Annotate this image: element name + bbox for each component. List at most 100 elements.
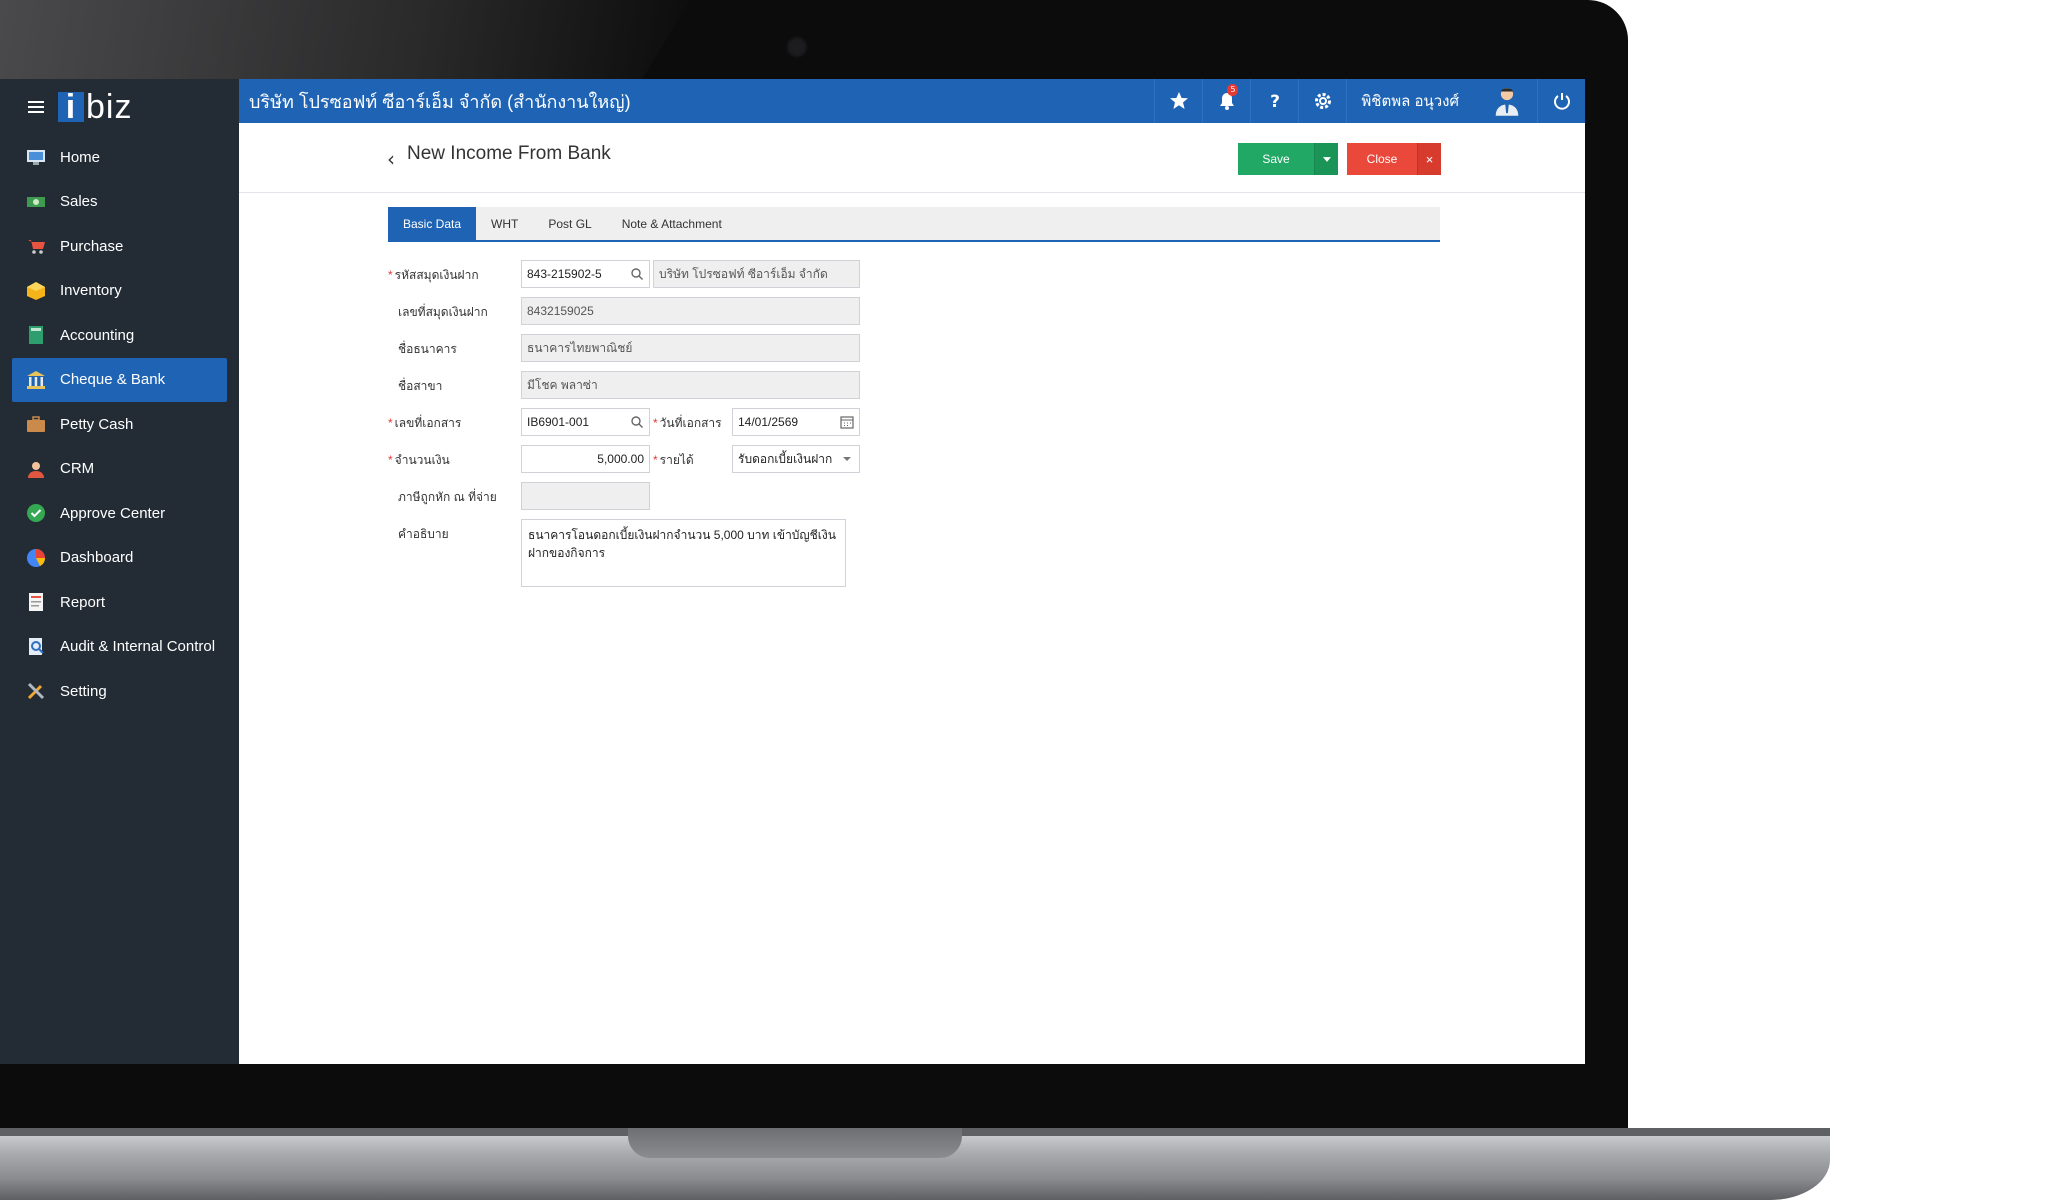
briefcase-icon (26, 414, 46, 434)
ledger-icon (26, 325, 46, 345)
account-code-label: * รหัสสมุดเงินฝาก (388, 268, 479, 282)
user-name[interactable]: พิชิตพล อนุวงศ์ (1346, 79, 1477, 123)
branch-label: ชื่อสาขา (398, 379, 443, 393)
tab-basic-data[interactable]: Basic Data (388, 207, 477, 240)
help-icon[interactable]: ? (1250, 79, 1298, 123)
laptop-bezel: i biz Home Sales Purchase Inventory Acco… (0, 0, 1628, 1130)
app-screen: i biz Home Sales Purchase Inventory Acco… (0, 79, 1585, 1064)
sidebar-item-label: Sales (60, 193, 98, 211)
cart-icon (26, 236, 46, 256)
doc-date-field[interactable]: 14/01/2569 (732, 408, 860, 436)
home-icon (26, 147, 46, 167)
close-button[interactable]: Close (1347, 143, 1417, 175)
user-avatar[interactable] (1477, 79, 1537, 123)
sidebar-item-approve-center[interactable]: Approve Center (0, 491, 239, 536)
doc-no-field[interactable]: IB6901-001 (521, 408, 650, 436)
page-title: New Income From Bank (407, 143, 611, 164)
webcam (786, 36, 808, 58)
bank-icon (26, 370, 46, 390)
doc-no-label: * เลขที่เอกสาร (388, 416, 462, 430)
search-icon[interactable] (630, 415, 644, 429)
account-no-label: เลขที่สมุดเงินฝาก (398, 305, 488, 319)
sidebar-item-label: Home (60, 148, 101, 166)
account-no-field: 8432159025 (521, 297, 860, 325)
sidebar-item-purchase[interactable]: Purchase (0, 224, 239, 269)
sidebar-item-home[interactable]: Home (0, 135, 239, 180)
top-bar: บริษัท โปรซอฟท์ ซีอาร์เอ็ม จำกัด (สำนักง… (239, 79, 1585, 123)
sales-icon (26, 192, 46, 212)
description-textarea[interactable]: ธนาคารโอนดอกเบี้ยเงินฝากจำนวน 5,000 บาท … (521, 519, 846, 587)
sidebar-item-dashboard[interactable]: Dashboard (0, 536, 239, 581)
laptop-notch (628, 1128, 962, 1158)
income-type-select[interactable]: รับดอกเบี้ยเงินฝาก (732, 445, 860, 473)
close-button-group: Close × (1347, 143, 1441, 175)
notification-bell-icon[interactable]: 5 (1202, 79, 1250, 123)
calendar-icon[interactable] (840, 415, 854, 429)
sidebar-item-label: Cheque & Bank (60, 371, 166, 389)
sidebar: i biz Home Sales Purchase Inventory Acco… (0, 79, 239, 1064)
power-icon[interactable] (1537, 79, 1585, 123)
search-icon[interactable] (630, 267, 644, 281)
save-options-caret-icon[interactable] (1314, 143, 1338, 175)
sidebar-item-petty-cash[interactable]: Petty Cash (0, 402, 239, 447)
sidebar-item-label: Approve Center (60, 504, 166, 522)
sidebar-item-report[interactable]: Report (0, 580, 239, 625)
brand: i biz (0, 79, 239, 135)
chevron-down-icon (840, 452, 854, 466)
company-name[interactable]: บริษัท โปรซอฟท์ ซีอาร์เอ็ม จำกัด (สำนักง… (239, 87, 1154, 116)
tab-post-gl[interactable]: Post GL (533, 207, 606, 240)
wht-field (521, 482, 650, 510)
report-icon (26, 592, 46, 612)
close-x-icon[interactable]: × (1417, 143, 1441, 175)
sidebar-item-setting[interactable]: Setting (0, 669, 239, 714)
pie-chart-icon (26, 548, 46, 568)
sidebar-item-label: Dashboard (60, 549, 134, 567)
doc-date-label: * วันที่เอกสาร (653, 416, 722, 430)
sidebar-item-inventory[interactable]: Inventory (0, 269, 239, 314)
hamburger-menu-icon[interactable] (28, 101, 44, 113)
income-type-label: * รายได้ (653, 453, 694, 467)
box-icon (26, 281, 46, 301)
bank-name-label: ชื่อธนาคาร (398, 342, 457, 356)
settings-gear-icon[interactable] (1298, 79, 1346, 123)
account-code-field[interactable]: 843-215902-5 (521, 260, 650, 288)
sidebar-item-label: Purchase (60, 237, 124, 255)
tab-wht[interactable]: WHT (476, 207, 533, 240)
sidebar-nav: Home Sales Purchase Inventory Accounting (0, 135, 239, 714)
sidebar-item-sales[interactable]: Sales (0, 180, 239, 225)
income-form: * รหัสสมุดเงินฝาก 843-215902-5 บริษัท โปร… (388, 257, 1088, 677)
app-logo[interactable]: i biz (58, 88, 132, 127)
logo-mark: i (58, 90, 84, 124)
sidebar-item-label: Setting (60, 682, 107, 700)
logo-text: biz (86, 87, 133, 126)
sidebar-item-audit[interactable]: Audit & Internal Control (0, 625, 239, 670)
sidebar-item-label: Report (60, 593, 106, 611)
sidebar-item-label: Petty Cash (60, 415, 134, 433)
tab-note-attachment[interactable]: Note & Attachment (607, 207, 737, 240)
back-chevron-icon[interactable]: ‹ (387, 147, 395, 171)
audit-icon (26, 637, 46, 657)
favorite-star-icon[interactable] (1154, 79, 1202, 123)
tools-icon (26, 681, 46, 701)
save-button[interactable]: Save (1238, 143, 1314, 175)
amount-label: * จำนวนเงิน (388, 453, 450, 467)
sidebar-item-cheque-bank[interactable]: Cheque & Bank (12, 357, 227, 402)
svg-text:?: ? (1270, 92, 1280, 111)
description-label: คำอธิบาย (398, 527, 449, 541)
branch-field: มีโชค พลาซ่า (521, 371, 860, 399)
sidebar-item-crm[interactable]: CRM (0, 447, 239, 492)
account-name-field: บริษัท โปรซอฟท์ ซีอาร์เอ็ม จำกัด (653, 260, 860, 288)
save-button-group: Save (1238, 143, 1338, 175)
sidebar-item-label: Inventory (60, 282, 122, 300)
crm-icon (26, 459, 46, 479)
sidebar-item-label: Audit & Internal Control (60, 638, 216, 656)
page-header: ‹ New Income From Bank Save Close × (239, 123, 1585, 193)
sidebar-item-label: Accounting (60, 326, 135, 344)
bezel-glare (0, 0, 690, 80)
amount-field[interactable]: 5,000.00 (521, 445, 650, 473)
check-circle-icon (26, 503, 46, 523)
form-tabs: Basic Data WHT Post GL Note & Attachment (388, 207, 1440, 242)
sidebar-item-accounting[interactable]: Accounting (0, 313, 239, 358)
sidebar-item-label: CRM (60, 460, 95, 478)
bank-name-field: ธนาคารไทยพาณิชย์ (521, 334, 860, 362)
